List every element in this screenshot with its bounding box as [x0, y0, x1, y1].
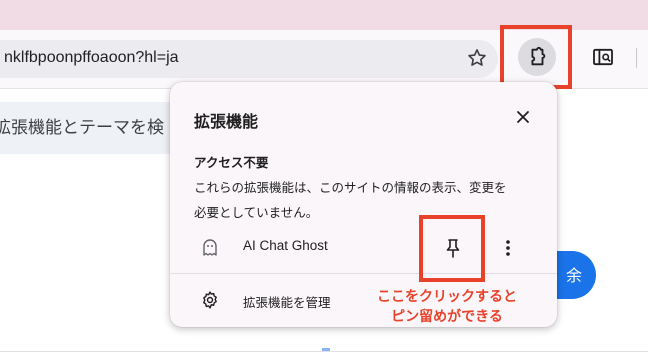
manage-extensions-label: 拡張機能を管理	[243, 295, 331, 310]
section-description-line2: 必要としていません。	[194, 205, 319, 220]
more-vertical-icon	[506, 240, 510, 256]
menu-divider	[170, 273, 557, 274]
page-heading-text: 拡張機能とテーマを検	[0, 118, 164, 138]
toolbar-separator	[636, 48, 637, 68]
section-heading: アクセス不要	[194, 155, 269, 170]
page-indicator	[322, 348, 330, 351]
more-options-button[interactable]	[498, 235, 518, 261]
extensions-menu-title: 拡張機能	[194, 112, 259, 131]
ghost-icon	[203, 239, 217, 256]
extensions-button-highlight	[500, 25, 572, 89]
page-divider	[0, 351, 648, 352]
section-description-line1: これらの拡張機能は、このサイトの情報の表示、変更を	[194, 180, 507, 195]
page-heading-chip: 拡張機能とテーマを検	[0, 102, 182, 154]
gear-icon	[203, 291, 217, 309]
annotation-line1: ここをクリックすると	[377, 289, 517, 305]
pin-button-highlight	[419, 215, 485, 282]
annotation-callout: ここをクリックすると ピン留めができる	[352, 287, 542, 327]
side-panel-search-icon[interactable]	[592, 48, 614, 66]
address-bar-url: nklfbpoonpffoaoon?hl=ja	[4, 49, 179, 66]
page-primary-button-label: 余	[566, 266, 583, 285]
star-icon[interactable]	[466, 47, 488, 69]
section-description: これらの拡張機能は、このサイトの情報の表示、変更を 必要としていません。	[194, 175, 539, 225]
extension-name: AI Chat Ghost	[243, 238, 328, 253]
extension-row[interactable]: AI Chat Ghost	[170, 227, 557, 267]
close-button[interactable]	[512, 106, 534, 128]
close-icon	[517, 111, 529, 123]
annotation-line2: ピン留めができる	[391, 309, 503, 325]
address-bar[interactable]: nklfbpoonpffoaoon?hl=ja	[0, 40, 498, 78]
